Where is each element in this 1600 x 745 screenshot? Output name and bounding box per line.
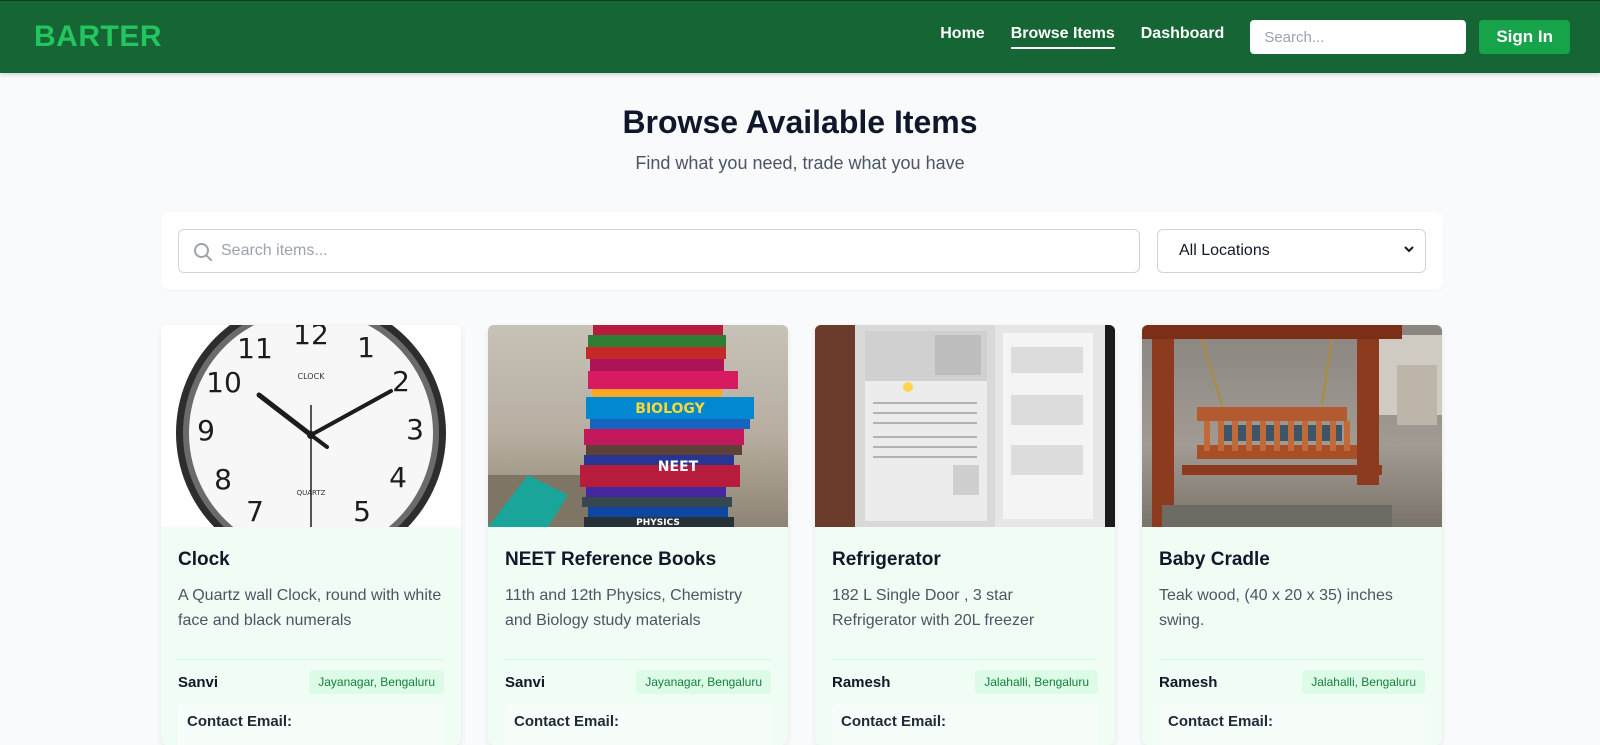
book-spine-physics: PHYSICS [636, 518, 680, 527]
item-description: A Quartz wall Clock, round with white fa… [178, 587, 442, 629]
nav-link-browse-items[interactable]: Browse Items [1010, 25, 1115, 49]
books-photo[interactable]: NEET BIOLOGY PHYSICS [488, 325, 788, 527]
item-title: Clock [178, 549, 230, 570]
svg-text:4: 4 [389, 461, 407, 494]
items-grid: 12 1 2 3 4 5 7 8 9 10 11 CLOCK QUARTZ [161, 325, 1442, 745]
location-badge: Jalahalli, Bengaluru [975, 670, 1098, 694]
svg-text:9: 9 [197, 414, 215, 447]
svg-text:10: 10 [206, 366, 242, 399]
item-card[interactable]: NEET BIOLOGY PHYSICS NEET Reference Book… [488, 325, 788, 745]
svg-text:1: 1 [357, 331, 375, 364]
contact-email-label: Contact Email: [832, 704, 1098, 745]
svg-text:12: 12 [293, 325, 329, 351]
item-description: 11th and 12th Physics, Chemistry and Bio… [505, 587, 743, 629]
item-card[interactable]: 12 1 2 3 4 5 7 8 9 10 11 CLOCK QUARTZ [161, 325, 461, 745]
book-spine-neet: NEET [658, 459, 699, 475]
logo[interactable]: BARTER [34, 20, 162, 54]
item-title: Refrigerator [832, 549, 941, 570]
location-select-value: All Locations [1179, 242, 1270, 259]
location-badge: Jayanagar, Bengaluru [309, 670, 444, 694]
nav-links: Home Browse Items Dashboard Sign In [914, 20, 1570, 54]
book-spine-biology: BIOLOGY [635, 401, 705, 417]
refrigerator-photo[interactable] [815, 325, 1115, 527]
contact-email-label: Contact Email: [178, 704, 444, 745]
item-description: 182 L Single Door , 3 star Refrigerator … [832, 587, 1035, 629]
svg-text:11: 11 [237, 332, 273, 365]
item-search-box[interactable] [178, 229, 1140, 273]
divider [505, 659, 771, 660]
svg-text:8: 8 [214, 463, 232, 496]
nav-search-input[interactable] [1250, 20, 1467, 54]
clock-photo[interactable]: 12 1 2 3 4 5 7 8 9 10 11 CLOCK QUARTZ [161, 325, 461, 527]
nav-link-home[interactable]: Home [940, 25, 984, 49]
item-search-input[interactable] [179, 230, 1139, 272]
sign-in-button[interactable]: Sign In [1479, 20, 1570, 54]
item-title: NEET Reference Books [505, 549, 717, 570]
cradle-photo[interactable] [1142, 325, 1442, 527]
contact-email-label: Contact Email: [505, 704, 771, 745]
item-card[interactable]: Baby Cradle Teak wood, (40 x 20 x 35) in… [1142, 325, 1442, 745]
item-card[interactable]: Refrigerator 182 L Single Door , 3 star … [815, 325, 1115, 745]
item-title: Baby Cradle [1159, 549, 1270, 570]
page-header: Browse Available Items Find what you nee… [0, 73, 1600, 174]
location-select[interactable]: All Locations [1157, 229, 1426, 273]
divider [832, 659, 1098, 660]
page-title: Browse Available Items [622, 104, 978, 140]
item-owner: Ramesh [832, 673, 891, 691]
chevron-down-icon [1403, 242, 1415, 260]
svg-text:CLOCK: CLOCK [298, 372, 326, 381]
nav-link-dashboard[interactable]: Dashboard [1141, 25, 1225, 49]
contact-email-label: Contact Email: [1159, 704, 1425, 745]
item-owner: Sanvi [505, 673, 546, 691]
svg-text:3: 3 [406, 413, 424, 446]
top-navbar: BARTER Home Browse Items Dashboard Sign … [0, 0, 1600, 73]
svg-text:2: 2 [392, 365, 410, 398]
divider [1159, 659, 1425, 660]
svg-text:7: 7 [246, 495, 264, 527]
page-subtitle: Find what you need, trade what you have [635, 153, 965, 173]
location-badge: Jayanagar, Bengaluru [636, 670, 771, 694]
divider [178, 659, 444, 660]
item-description: Teak wood, (40 x 20 x 35) inches swing. [1159, 587, 1393, 629]
item-owner: Ramesh [1159, 673, 1218, 691]
search-icon [193, 242, 213, 267]
item-owner: Sanvi [178, 673, 219, 691]
filter-bar: All Locations [161, 212, 1443, 290]
location-badge: Jalahalli, Bengaluru [1302, 670, 1425, 694]
svg-text:5: 5 [353, 495, 371, 527]
